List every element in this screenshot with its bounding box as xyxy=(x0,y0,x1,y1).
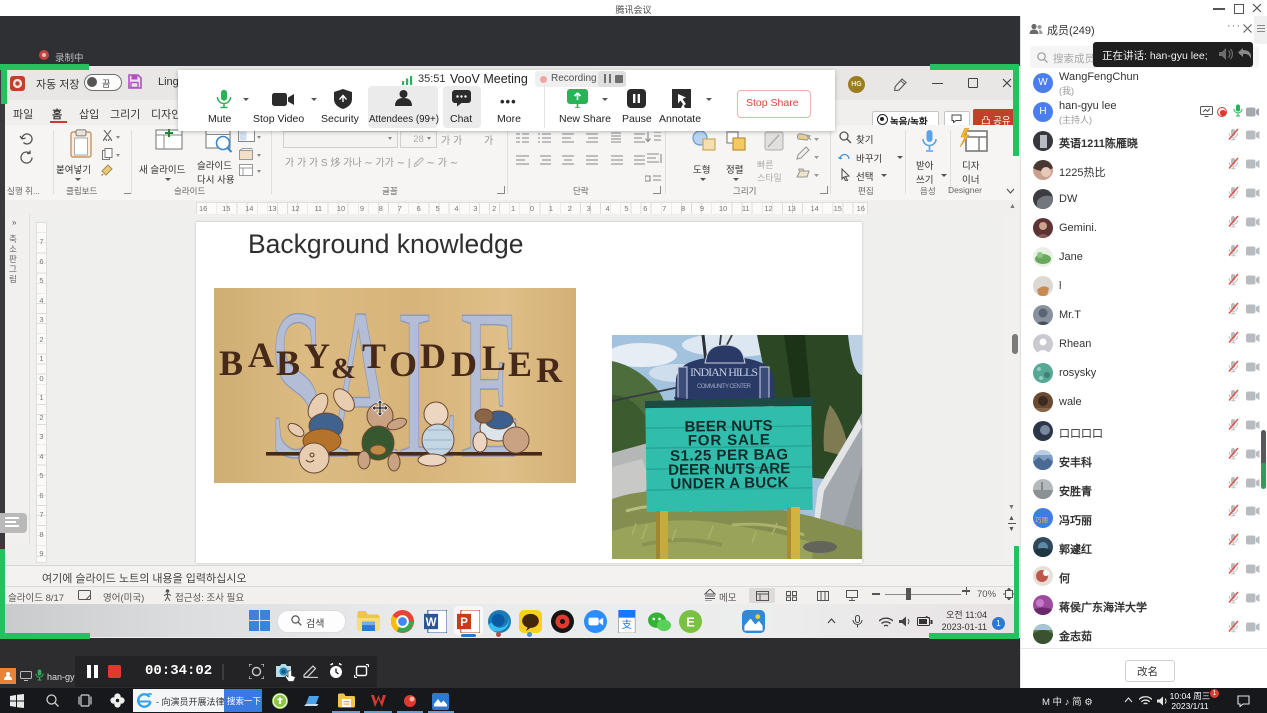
svg-text:B: B xyxy=(219,343,243,383)
svg-text:R: R xyxy=(536,350,563,390)
svg-text:支: 支 xyxy=(622,619,632,631)
svg-text:P: P xyxy=(460,617,468,629)
svg-text:D: D xyxy=(420,336,446,376)
svg-text:A: A xyxy=(248,335,274,375)
svg-text:UNDER A BUCK: UNDER A BUCK xyxy=(670,474,788,493)
svg-text:COMMUNITY CENTER: COMMUNITY CENTER xyxy=(697,384,752,390)
svg-text:Y: Y xyxy=(304,336,330,376)
svg-text:E: E xyxy=(508,344,532,384)
svg-text:T: T xyxy=(362,336,386,376)
svg-text:D: D xyxy=(451,344,477,384)
svg-text:L: L xyxy=(482,338,506,378)
svg-text:B: B xyxy=(276,343,300,383)
svg-text:&: & xyxy=(331,352,356,385)
svg-text:W: W xyxy=(426,617,437,629)
svg-text:E: E xyxy=(686,615,695,630)
svg-text:INDIAN HILLS: INDIAN HILLS xyxy=(690,365,758,379)
svg-text:O: O xyxy=(389,344,417,384)
